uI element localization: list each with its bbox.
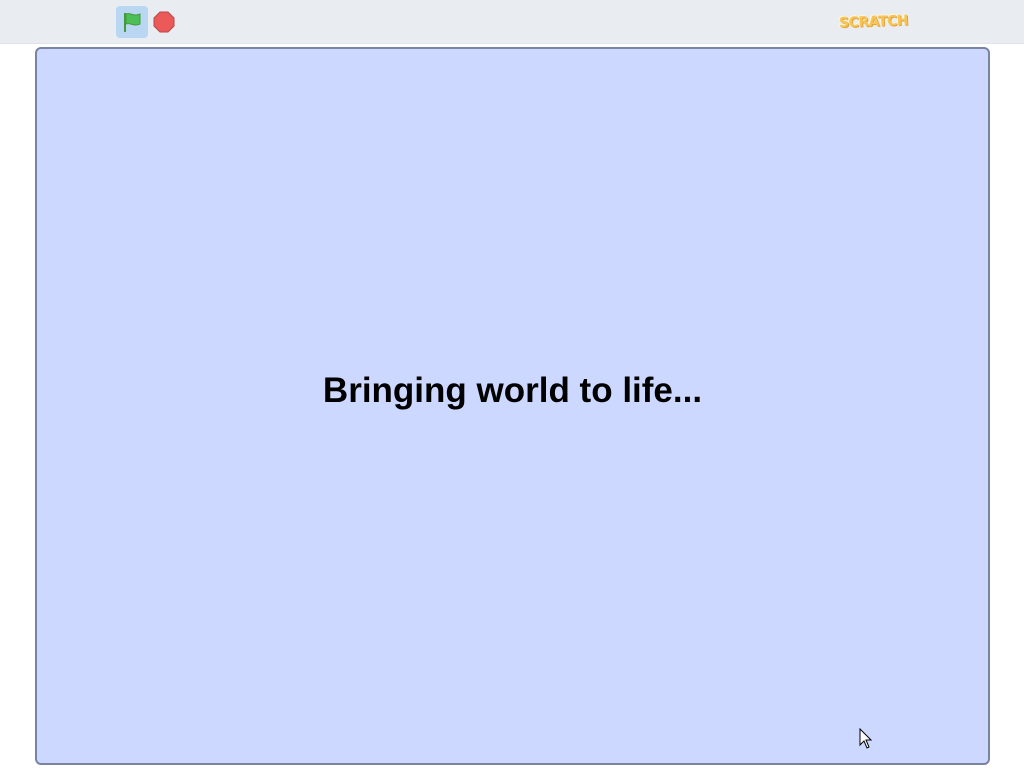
stage-header: SCRATCH xyxy=(0,0,1024,44)
scratch-logo-text: SCRATCH xyxy=(838,12,908,32)
stage-canvas[interactable]: Bringing world to life... xyxy=(35,47,990,765)
stop-sign-icon xyxy=(153,11,175,33)
stop-button[interactable] xyxy=(152,10,176,34)
green-flag-button[interactable] xyxy=(116,6,148,38)
mouse-cursor-icon xyxy=(859,728,873,749)
loading-message: Bringing world to life... xyxy=(322,371,703,410)
scratch-logo[interactable]: SCRATCH xyxy=(838,9,908,35)
green-flag-icon xyxy=(124,13,141,32)
